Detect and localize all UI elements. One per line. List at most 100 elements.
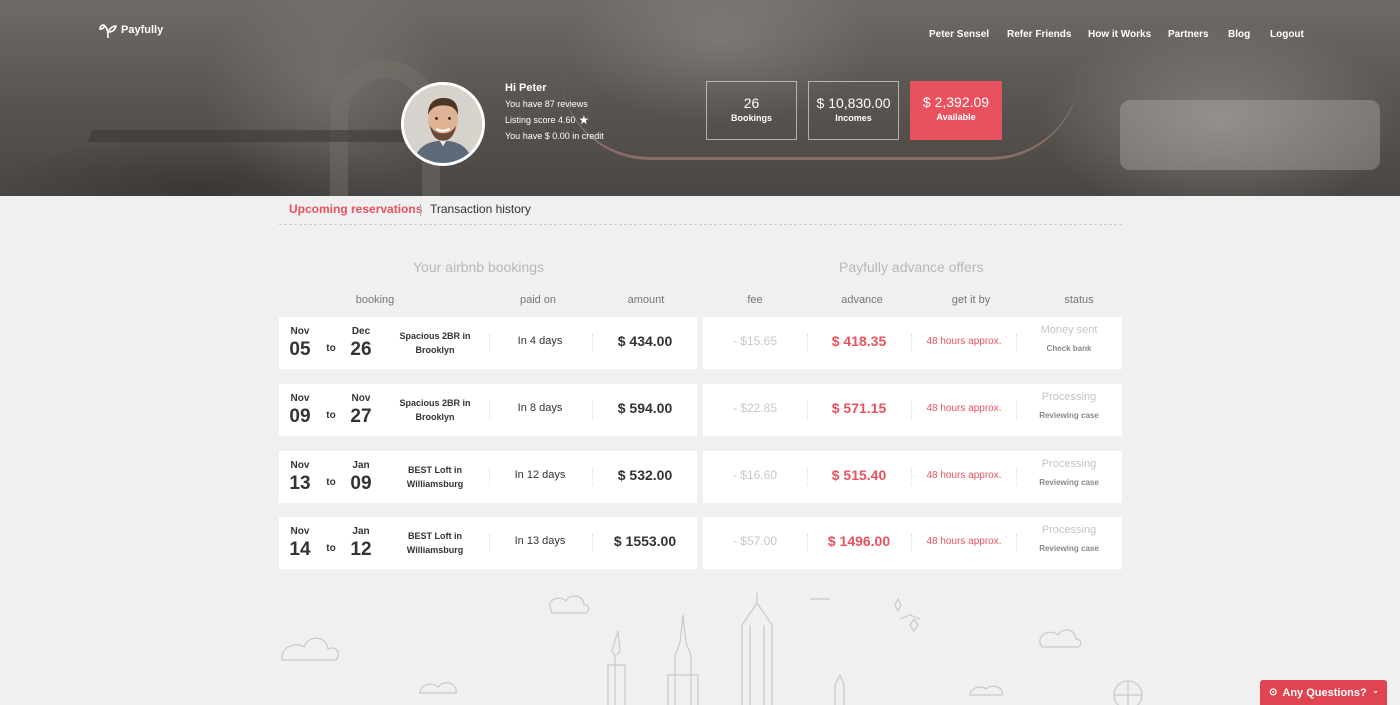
chevron-icon: ⌄ [1372,686,1379,695]
column-divider [592,334,593,352]
nav-how-it-works-link[interactable]: How it Works [1088,29,1151,40]
avatar-portrait [404,85,482,163]
status-detail-link[interactable]: Reviewing case [1039,478,1099,487]
nav-logout-link[interactable]: Logout [1270,29,1304,40]
stat-incomes-label: Incomes [835,113,872,123]
help-circle-icon: ⊙ [1269,687,1278,698]
booking-start-month: Nov [290,526,310,537]
col-header-status: status [1064,294,1094,306]
date-range-separator: to [326,410,336,421]
offers-section-title: Payfully advance offers [839,259,984,275]
get-it-by-value: 48 hours approx. [926,536,1002,547]
column-divider [489,468,490,486]
column-divider [489,534,490,552]
stat-incomes[interactable]: $ 10,830.00 Incomes [808,81,899,140]
column-divider [807,534,808,552]
booking-end-day: 26 [350,339,372,360]
booking-end-day: 27 [350,406,372,427]
listing-name[interactable]: BEST Loft in Williamsburg [380,529,490,557]
star-icon: ★ [578,112,590,127]
credit-balance: You have $ 0.00 in credit [505,131,604,141]
advance-amount: $ 571.15 [831,400,887,416]
stat-available[interactable]: $ 2,392.09 Available [910,81,1002,140]
avatar[interactable] [401,82,485,166]
city-skyline-illustration [281,593,1143,705]
nav-partners-link[interactable]: Partners [1168,29,1209,40]
help-chat-label: Any Questions? [1282,686,1367,699]
paid-on-value: In 4 days [517,335,563,347]
booking-amount: $ 434.00 [617,333,673,349]
listing-name[interactable]: Spacious 2BR in Brooklyn [380,396,490,424]
date-range-separator: to [326,343,336,354]
nav-profile-link[interactable]: Peter Sensel [929,29,989,40]
status-detail-link[interactable]: Reviewing case [1039,411,1099,420]
col-header-paid-on: paid on [519,294,557,306]
column-divider [807,468,808,486]
stat-incomes-value: $ 10,830.00 [816,95,891,111]
paid-on-value: In 12 days [514,469,566,481]
hero-sofa-shape [1120,100,1380,170]
booking-start-day: 09 [289,406,311,427]
status-label: Money sent [1040,324,1098,336]
bookings-section-title: Your airbnb bookings [413,259,545,275]
status-label: Processing [1041,524,1097,536]
column-divider [489,401,490,419]
booking-start-month: Nov [290,326,310,337]
booking-start-day: 14 [289,539,311,560]
fee-value: - $57.00 [732,534,778,548]
advance-amount: $ 1496.00 [827,533,891,549]
column-divider [911,401,912,419]
column-divider [807,334,808,352]
nav-refer-friends-link[interactable]: Refer Friends [1007,29,1071,40]
paid-on-value: In 13 days [514,535,566,547]
profile-summary: Hi Peter You have 87 reviews Listing sco… [505,82,604,147]
reservation-tabs: Upcoming reservations Transaction histor… [279,201,1122,225]
stat-bookings-value: 26 [743,95,760,111]
booking-end-month: Jan [352,460,370,471]
booking-amount: $ 594.00 [617,400,673,416]
column-divider [592,401,593,419]
stat-available-value: $ 2,392.09 [922,94,990,110]
listing-name[interactable]: Spacious 2BR in Brooklyn [380,329,490,357]
tab-transaction-history[interactable]: Transaction history [430,202,531,216]
col-header-booking: booking [355,294,395,306]
hero-banner: Payfully Peter Sensel Refer Friends How … [0,0,1400,196]
booking-end-day: 12 [350,539,372,560]
tab-upcoming-reservations[interactable]: Upcoming reservations [289,202,422,216]
stat-bookings[interactable]: 26 Bookings [706,81,797,140]
nav-blog-link[interactable]: Blog [1228,29,1250,40]
stat-bookings-label: Bookings [730,113,772,123]
booking-start-day: 13 [289,473,311,494]
listing-score: Listing score 4.60 ★ [505,112,590,127]
get-it-by-value: 48 hours approx. [926,403,1002,414]
booking-end-month: Jan [352,526,370,537]
column-divider [489,334,490,352]
status-label: Processing [1041,458,1097,470]
greeting: Hi Peter [505,82,547,94]
col-header-get-it-by: get it by [951,294,991,306]
col-header-fee: fee [747,294,763,306]
fee-value: - $22.85 [732,401,778,415]
status-detail-link[interactable]: Check bank [1047,344,1092,353]
column-divider [911,534,912,552]
fee-value: - $16.60 [732,468,778,482]
listing-name[interactable]: BEST Loft in Williamsburg [380,463,490,491]
column-divider [1016,334,1017,352]
reviews-count: You have 87 reviews [505,99,588,109]
booking-amount: $ 532.00 [617,467,673,483]
column-divider [911,334,912,352]
stat-available-label: Available [936,112,976,122]
status-detail-link[interactable]: Reviewing case [1039,544,1099,553]
col-header-advance: advance [841,294,883,306]
column-divider [1016,534,1017,552]
booking-start-day: 05 [289,339,311,360]
date-range-separator: to [326,543,336,554]
column-divider [592,468,593,486]
booking-amount: $ 1553.00 [613,533,677,549]
column-divider [911,468,912,486]
col-header-amount: amount [627,294,665,306]
help-chat-button[interactable]: ⊙ Any Questions? ⌄ [1260,680,1387,705]
column-divider [1016,468,1017,486]
hero-table-shape [87,130,423,142]
get-it-by-value: 48 hours approx. [926,470,1002,481]
